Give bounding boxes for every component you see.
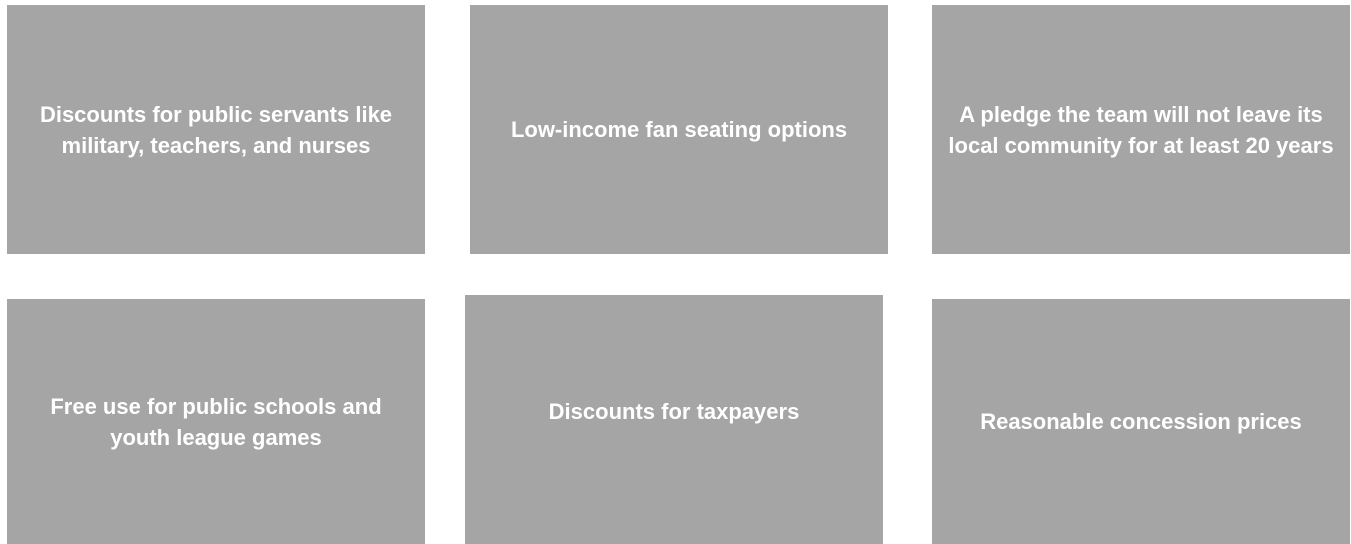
tile-concession-prices[interactable]: Reasonable concession prices <box>932 299 1350 544</box>
tile-label: Low-income fan seating options <box>510 117 848 142</box>
tile-low-income-seating[interactable]: Low-income fan seating options <box>470 5 888 254</box>
tile-community-pledge[interactable]: A pledge the team will not leave its loc… <box>932 5 1350 254</box>
tile-label: Discounts for taxpayers <box>548 399 800 424</box>
tile-label: Discounts for public servants like milit… <box>39 101 393 158</box>
tile-label: A pledge the team will not leave its loc… <box>948 101 1334 158</box>
tile-free-use-schools[interactable]: Free use for public schools and youth le… <box>7 299 425 544</box>
tile-taxpayer-discounts[interactable]: Discounts for taxpayers <box>465 295 883 544</box>
tile-label: Reasonable concession prices <box>980 409 1302 434</box>
tile-public-servant-discounts[interactable]: Discounts for public servants like milit… <box>7 5 425 254</box>
tile-label: Free use for public schools and youth le… <box>50 393 382 450</box>
